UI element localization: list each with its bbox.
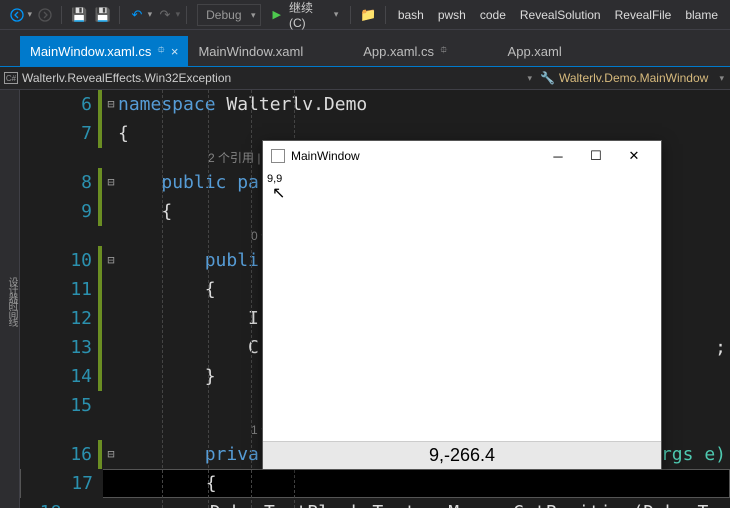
line-number: 18 — [20, 498, 67, 508]
main-toolbar: ▾ 💾 💾 ↶ ▾ ↷ ▾ Debug ▶ 继续(C) ▾ 📁 bash pws… — [0, 0, 730, 30]
tab-label: App.xaml — [508, 44, 562, 59]
cursor-icon: ↖ — [272, 183, 285, 203]
indent-guide — [162, 90, 163, 508]
line-number: 17 — [21, 469, 99, 498]
undo-icon[interactable]: ↶ — [126, 4, 147, 26]
close-button[interactable]: ✕ — [615, 148, 653, 164]
tool-pwsh[interactable]: pwsh — [432, 8, 472, 22]
type-dropdown[interactable]: C# Walterlv.RevealEffects.Win32Exception… — [0, 71, 540, 85]
tool-bash[interactable]: bash — [392, 8, 430, 22]
fold-icon[interactable]: ⊟ — [104, 246, 118, 275]
tool-blame[interactable]: blame — [679, 8, 724, 22]
save-all-icon[interactable]: 💾 — [92, 4, 113, 26]
window-title: MainWindow — [291, 149, 360, 163]
line-number: 12 — [20, 304, 98, 333]
toolbar-separator — [186, 6, 187, 24]
line-number: 13 — [20, 333, 98, 362]
pin-icon[interactable]: ⯐ — [157, 43, 165, 60]
line-number: 9 — [20, 197, 98, 226]
code-line-current[interactable]: 17 { — [20, 469, 730, 498]
tool-reveal-solution[interactable]: RevealSolution — [514, 8, 607, 22]
tool-reveal-file[interactable]: RevealFile — [609, 8, 678, 22]
chevron-down-icon[interactable]: ▾ — [719, 73, 724, 84]
config-dropdown[interactable]: Debug — [197, 4, 260, 26]
tab-mainwindow-xaml[interactable]: MainWindow.xaml — [188, 36, 313, 66]
code-line[interactable]: 6 ⊟ namespace Walterlv.Demo — [20, 90, 730, 119]
tool-code[interactable]: code — [474, 8, 512, 22]
window-titlebar[interactable]: MainWindow ─ ☐ ✕ — [263, 141, 661, 171]
toolbar-separator — [61, 6, 62, 24]
member-dropdown[interactable]: 🔧 Walterlv.Demo.MainWindow ▾ — [540, 71, 730, 85]
csharp-icon: C# — [4, 72, 18, 84]
line-number: 10 — [20, 246, 98, 275]
indent-guide — [208, 90, 209, 508]
document-tabs: MainWindow.xaml.cs ⯐ × MainWindow.xaml A… — [0, 30, 730, 66]
toolbar-separator — [119, 6, 120, 24]
play-icon: ▶ — [273, 8, 281, 21]
line-number: 16 — [20, 440, 98, 469]
vertical-tool-tab[interactable]: 设计器时间线 — [0, 90, 20, 508]
minimize-button[interactable]: ─ — [539, 149, 577, 164]
tab-label: MainWindow.xaml.cs — [30, 44, 151, 59]
close-icon[interactable]: × — [171, 44, 179, 59]
line-number: 11 — [20, 275, 98, 304]
chevron-down-icon: ▾ — [176, 9, 181, 20]
tab-app-xaml[interactable]: App.xaml — [498, 36, 572, 66]
tab-app-cs[interactable]: App.xaml.cs ⯐ — [353, 36, 457, 66]
window-status-bar: 9,-266.4 — [263, 441, 661, 469]
chevron-down-icon[interactable]: ▾ — [527, 73, 532, 84]
type-name: Walterlv.RevealEffects.Win32Exception — [22, 71, 231, 85]
line-number: 15 — [20, 391, 98, 420]
line-number: 14 — [20, 362, 98, 391]
fold-icon[interactable]: ⊟ — [104, 440, 118, 469]
member-nav-bar: C# Walterlv.RevealEffects.Win32Exception… — [0, 66, 730, 90]
fold-icon[interactable]: ⊟ — [104, 168, 118, 197]
chevron-down-icon[interactable]: ▾ — [148, 9, 153, 20]
folder-icon[interactable]: 📁 — [357, 4, 378, 26]
tab-label: App.xaml.cs — [363, 44, 434, 59]
save-icon[interactable]: 💾 — [68, 4, 89, 26]
debug-app-window[interactable]: MainWindow ─ ☐ ✕ 9,9 ↖ 9,-266.4 — [262, 140, 662, 470]
toolbar-separator — [350, 6, 351, 24]
line-number: 6 — [20, 90, 98, 119]
line-number: 7 — [20, 119, 98, 148]
chevron-down-icon[interactable]: ▾ — [27, 9, 32, 20]
toolbar-separator — [385, 6, 386, 24]
code-line[interactable]: 18 DebugTextBlock.Text = Mouse.GetPositi… — [20, 498, 730, 508]
fold-icon[interactable]: ⊟ — [104, 90, 118, 119]
class-icon: 🔧 — [540, 71, 555, 85]
tab-mainwindow-cs[interactable]: MainWindow.xaml.cs ⯐ × — [20, 36, 188, 66]
chevron-down-icon[interactable]: ▾ — [334, 9, 339, 20]
window-client-area[interactable]: 9,9 ↖ — [263, 171, 661, 441]
line-number: 8 — [20, 168, 98, 197]
member-name: Walterlv.Demo.MainWindow — [559, 71, 708, 85]
tab-label: MainWindow.xaml — [198, 44, 303, 59]
nav-forward-icon[interactable] — [34, 4, 55, 26]
app-icon — [271, 149, 285, 163]
pin-icon[interactable]: ⯐ — [440, 43, 448, 60]
indent-guide — [251, 90, 252, 508]
continue-label: 继续(C) — [285, 0, 332, 30]
nav-back-icon[interactable] — [6, 4, 27, 26]
continue-button[interactable]: ▶ 继续(C) ▾ — [267, 4, 345, 26]
redo-icon[interactable]: ↷ — [154, 4, 175, 26]
maximize-button[interactable]: ☐ — [577, 148, 615, 164]
